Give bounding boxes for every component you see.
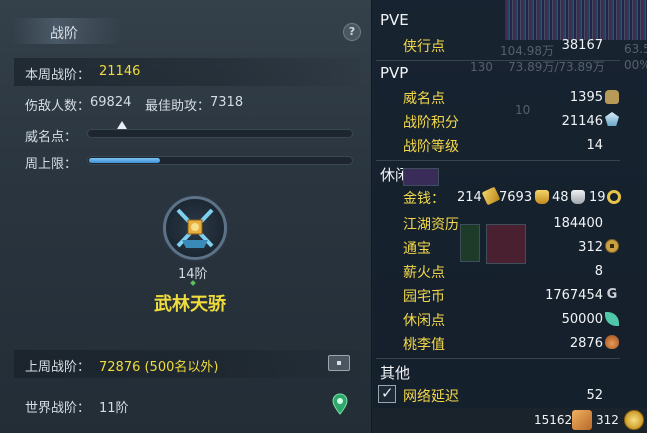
money-copper-value: 19 — [589, 190, 606, 205]
item-thumb — [460, 224, 480, 262]
rank-level-value: 14 — [586, 138, 603, 153]
latency-value: 52 — [586, 388, 603, 403]
bg-text-e: 00% — [624, 58, 647, 72]
kills-value: 69824 — [90, 95, 132, 110]
bg-text-d: 63.5 — [624, 42, 647, 56]
chivalry-label: 侠行点 — [403, 39, 445, 55]
coin-icon[interactable] — [624, 410, 644, 430]
rank-points-value: 21146 — [561, 114, 603, 129]
avatar-icon[interactable] — [572, 410, 592, 430]
chest-icon[interactable] — [328, 355, 350, 371]
latency-checkbox[interactable] — [378, 384, 396, 403]
money-gold-value: 214 — [457, 190, 482, 205]
portrait-thumb — [403, 168, 439, 186]
tongbao-value: 312 — [578, 240, 603, 255]
help-icon[interactable]: ? — [343, 23, 361, 41]
bottom-left-value: 15162 — [534, 413, 573, 427]
cat-icon — [605, 90, 619, 104]
pve-header: PVE — [380, 11, 409, 29]
fame-progress-bar — [87, 121, 353, 138]
week-cap-progress-fill — [89, 158, 160, 163]
divider — [376, 160, 620, 161]
rank-panel-header: 战阶 — [0, 14, 372, 48]
fame-marker-icon — [117, 121, 127, 129]
rank-dots — [190, 280, 196, 288]
world-rank-label: 世界战阶： — [25, 401, 91, 416]
kills-label: 伤敌人数： — [25, 99, 91, 114]
rank-badge-icon[interactable] — [163, 196, 227, 260]
estate-coin-label: 园宅币 — [403, 289, 445, 305]
ingot-icon — [535, 190, 549, 204]
panel-title: 战阶 — [50, 26, 78, 42]
weekly-rank-value: 21146 — [99, 64, 141, 79]
week-cap-progress-bar — [87, 156, 353, 165]
world-rank-value: 11阶 — [99, 401, 129, 416]
last-week-value: 72876 (500名以外) — [99, 360, 219, 375]
bg-text-a: 104.98万 — [500, 44, 554, 58]
location-pin-icon[interactable] — [332, 393, 348, 415]
fame-points-label: 威名点 — [403, 91, 445, 107]
estate-coin-value: 1767454 — [545, 288, 603, 303]
fame-points-value: 1395 — [569, 90, 603, 105]
firewood-label: 薪火点 — [403, 265, 445, 281]
bg-text-g: 10 — [515, 103, 531, 117]
money-silver-value: 48 — [552, 190, 569, 205]
latency-label: 网络延迟 — [403, 389, 459, 405]
pvp-header: PVP — [380, 64, 409, 82]
peach-value-label: 桃李值 — [403, 337, 445, 353]
money-label: 金钱： — [403, 191, 445, 207]
week-cap-label: 周上限： — [25, 157, 78, 172]
weekly-rank-label: 本周战阶： — [25, 68, 91, 83]
assist-label: 最佳助攻： — [145, 99, 211, 114]
coin-icon — [605, 239, 619, 253]
ring-icon — [607, 190, 621, 204]
assist-value: 7318 — [210, 95, 244, 110]
divider — [376, 358, 620, 359]
rank-level-label: 战阶等级 — [403, 139, 459, 155]
leisure-points-label: 休闲点 — [403, 313, 445, 329]
jianghu-label: 江湖资历 — [403, 217, 459, 233]
silver-icon — [571, 190, 585, 204]
last-week-label: 上周战阶： — [25, 360, 91, 375]
tongbao-label: 通宝 — [403, 241, 431, 257]
money-ingot-value: 7693 — [499, 190, 533, 205]
rank-points-label: 战阶积分 — [403, 115, 459, 131]
rank-title: 武林天骄 — [154, 294, 226, 315]
peach-value: 2876 — [569, 336, 603, 351]
divider — [376, 60, 620, 61]
bottom-right-value: 312 — [596, 413, 619, 427]
firewood-value: 8 — [594, 264, 603, 279]
chivalry-value: 38167 — [561, 38, 603, 53]
other-header: 其他 — [380, 364, 411, 382]
leisure-points-value: 50000 — [561, 312, 603, 327]
estate-coin-icon: G — [606, 287, 618, 302]
item-thumb — [486, 224, 526, 264]
bg-text-c: 130 — [470, 60, 493, 74]
jianghu-value: 184400 — [553, 216, 603, 231]
fame-label: 威名点： — [25, 130, 78, 145]
gourd-icon — [605, 335, 619, 349]
